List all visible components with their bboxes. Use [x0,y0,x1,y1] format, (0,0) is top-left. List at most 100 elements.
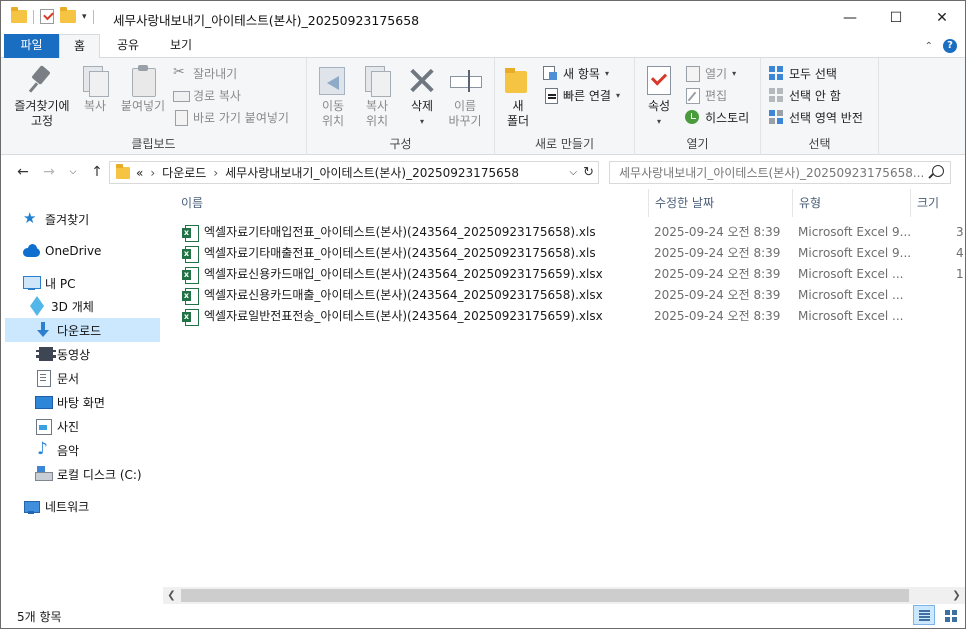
explorer-window: ▾ 세무사랑내보내기_아이테스트(본사)_20250923175658 — ☐ … [0,0,966,629]
paste-shortcut-button[interactable]: 바로 가기 붙여넣기 [173,109,289,126]
address-bar[interactable]: « › 다운로드 › 세무사랑내보내기_아이테스트(본사)_2025092317… [109,161,599,184]
maximize-button[interactable]: ☐ [873,1,919,34]
nav-item-this-pc[interactable]: 내 PC [23,271,177,295]
new-folder-icon[interactable] [60,7,76,23]
tab-share[interactable]: 공유 [106,34,150,58]
minimize-button[interactable]: — [827,1,873,34]
file-row[interactable]: 엑셀자료일반전표전송_아이테스트(본사)(243564_202509231756… [177,306,965,327]
column-header-size[interactable]: 크기 [911,189,965,217]
nav-label: 즐겨찾기 [45,212,90,227]
select-none-button[interactable]: 선택 안 함 [769,87,841,104]
breadcrumb-current-folder[interactable]: 세무사랑내보내기_아이테스트(본사)_20250923175658 [225,164,519,181]
recent-locations-button[interactable]: ⌵ [63,162,83,182]
delete-button[interactable]: 삭제 ▾ [405,64,439,129]
column-header-modified[interactable]: 수정한 날짜 [649,189,793,217]
nav-item-quick-access[interactable]: 즐겨찾기 [23,207,177,231]
file-row[interactable]: 엑셀자료기타매출전표_아이테스트(본사)(243564_202509231756… [177,243,965,264]
edit-button[interactable]: 편집 [685,87,727,104]
details-view-button[interactable] [913,605,935,625]
new-item-icon [543,66,558,81]
breadcrumb-downloads[interactable]: 다운로드 [162,164,206,181]
file-size: 4 [956,246,964,260]
search-icon[interactable] [932,165,944,177]
cut-button[interactable]: 잘라내기 [173,64,237,82]
group-label-clipboard: 클립보드 [131,137,176,151]
scrollbar-thumb[interactable] [181,589,909,602]
properties-icon[interactable] [40,9,54,24]
pin-to-quick-access-button[interactable]: 즐겨찾기에 고정 [7,64,77,129]
tab-home[interactable]: 홈 [59,34,100,59]
new-item-button[interactable]: 새 항목 ▾ [543,65,609,82]
up-button[interactable]: ↑ [87,162,107,182]
copy-to-icon [361,64,393,97]
nav-item-onedrive[interactable]: OneDrive [23,239,177,263]
copy-path-button[interactable]: 경로 복사 [173,87,241,104]
new-folder-button[interactable]: 새 폴더 [501,64,535,129]
file-row[interactable]: 엑셀자료신용카드매입_아이테스트(본사)(243564_202509231756… [177,264,965,285]
invert-selection-button[interactable]: 선택 영역 반전 [769,109,863,126]
breadcrumb-separator-icon[interactable]: › [150,166,155,180]
navigation-bar: ← → ⌵ ↑ « › 다운로드 › 세무사랑내보내기_아이테스트(본사)_20… [1,156,965,189]
select-all-button[interactable]: 모두 선택 [769,65,837,82]
tab-file[interactable]: 파일 [4,34,59,58]
file-size [956,306,965,327]
breadcrumb-overflow[interactable]: « [136,166,143,180]
tab-view[interactable]: 보기 [159,34,203,58]
file-name: 엑셀자료기타매입전표_아이테스트(본사)(243564_202509231756… [204,225,596,239]
easy-access-icon [543,88,558,104]
folder-icon [11,7,27,23]
properties-button[interactable]: 속성 ▾ [641,64,677,129]
file-list: ⌃ 이름 수정한 날짜 유형 크기 엑셀자료기타매입전표_아이테스트(본사)(2… [163,189,965,589]
edit-label: 편집 [705,89,728,103]
rename-button[interactable]: 이름 바꾸기 [443,64,487,129]
column-header-type[interactable]: 유형 [793,189,911,217]
group-select: 모두 선택 선택 안 함 선택 영역 반전 선택 [761,58,879,155]
close-button[interactable]: ✕ [919,1,965,34]
nav-item-network[interactable]: 네트워크 [23,494,177,518]
nav-label: 음악 [57,443,80,458]
search-input[interactable]: 세무사랑내보내기_아이테스트(본사)_20250923175658... [609,161,951,184]
large-icons-view-button[interactable] [939,605,961,625]
pin-icon [26,64,58,96]
desktop-icon [35,394,53,410]
column-header-name[interactable]: 이름 [175,189,649,217]
nav-item-3d-objects[interactable]: 3D 개체 [29,294,183,318]
group-open: 속성 ▾ 열기 ▾ 편집 히스토리 열기 [635,58,761,155]
collapse-ribbon-icon[interactable]: ⌃ [925,41,933,52]
back-button[interactable]: ← [13,162,33,182]
properties-large-icon [643,64,675,96]
download-icon [35,322,51,338]
open-button[interactable]: 열기 ▾ [685,65,736,82]
copy-to-button[interactable]: 복사 위치 [357,64,397,129]
excel-file-icon [182,224,199,242]
group-label-select: 선택 [808,137,831,151]
excel-file-icon [182,266,199,284]
horizontal-scrollbar[interactable]: ❮ ❯ [163,587,965,604]
breadcrumb-separator-icon[interactable]: › [213,166,218,180]
file-row[interactable]: 엑셀자료신용카드매출_아이테스트(본사)(243564_202509231756… [177,285,965,306]
star-icon [23,209,39,227]
quick-access-toolbar: ▾ [11,7,94,24]
file-name-cell: 엑셀자료기타매입전표_아이테스트(본사)(243564_202509231756… [182,222,652,243]
copy-button[interactable]: 복사 [77,64,113,114]
help-icon[interactable]: ? [943,39,957,53]
customize-toolbar-icon[interactable]: ▾ [82,12,87,22]
toolbar-separator [33,9,34,24]
history-button[interactable]: 히스토리 [685,109,749,126]
easy-access-button[interactable]: 빠른 연결 ▾ [543,87,620,104]
nav-label: 사진 [57,419,80,434]
cloud-icon [23,243,40,259]
refresh-icon[interactable]: ↻ [583,165,594,180]
file-row[interactable]: 엑셀자료기타매입전표_아이테스트(본사)(243564_202509231756… [177,222,965,243]
forward-button[interactable]: → [39,162,59,182]
address-dropdown-icon[interactable]: ⌵ [570,167,578,178]
scroll-right-icon[interactable]: ❯ [948,587,965,604]
chevron-down-icon: ▾ [615,91,620,100]
window-controls: — ☐ ✕ [827,1,965,34]
copy-to-label: 복사 위치 [365,99,389,128]
nav-item-downloads[interactable]: 다운로드 [5,318,160,342]
move-to-button[interactable]: 이동 위치 [313,64,353,129]
scroll-left-icon[interactable]: ❮ [163,587,180,604]
file-modified: 2025-09-24 오전 8:39 [654,288,781,302]
paste-button[interactable]: 붙여넣기 [115,64,171,114]
